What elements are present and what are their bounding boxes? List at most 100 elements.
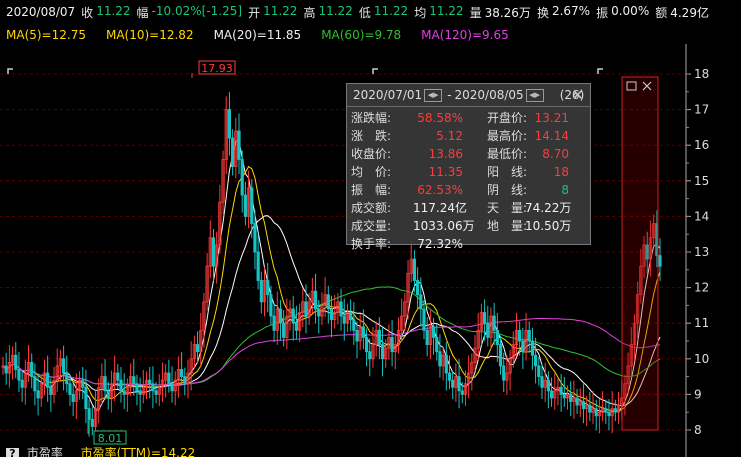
candle-body [594,408,598,417]
candle-body [154,390,158,395]
candle-body [329,308,334,321]
candle-body [294,322,299,331]
amount-value: 4.29亿 [670,5,709,20]
candle-body [326,294,330,310]
candle-body [482,312,487,324]
candle-body [180,369,184,378]
candle-body [313,290,318,310]
stat-value: 72.32% [417,237,463,251]
corner-marks [7,68,603,74]
ma20-label: MA(20)=11.85 [213,28,302,42]
selection-box[interactable] [621,76,659,431]
moving-average-bar: MA(5)=12.75 MA(10)=12.82 MA(20)=11.85 MA… [0,26,741,44]
axis-tick-label: 10 [694,352,709,366]
candle-body [364,337,369,353]
axis-tick-label: 14 [694,209,709,223]
candle-body [61,358,66,374]
candle-body [240,159,244,196]
stat-key: 成交额: [351,201,392,215]
candle-body [195,344,200,353]
candle-body [486,322,490,338]
candle-body [518,329,522,342]
candle-body [390,337,394,353]
stat-key: 成交量: [351,219,392,233]
range-end-stepper[interactable]: ◀▶ [525,88,544,102]
candle-body [291,308,295,324]
ma120-label: MA(120)=9.65 [421,28,509,42]
candle-body [377,329,381,345]
candle-body [540,376,544,388]
axis-tick-label: 18 [694,67,709,81]
amplitude-value: 0.00% [611,3,650,18]
axis-tick-label: 17 [694,103,709,117]
candle-body [151,383,155,392]
candle-body [250,187,254,224]
high-value: 11.22 [318,3,353,18]
axis-tick-label: 11 [694,316,709,330]
candle-body [613,408,617,413]
candle-body [49,386,53,395]
close-icon[interactable]: ✕ [571,86,584,104]
high-marker: 17.93 [191,60,236,78]
axis-tick-label: 8 [694,423,702,437]
pe-bar: ? 市盈率 市盈率(TTM)=14.22 [0,447,741,457]
candle-body [355,329,359,342]
candle-body [534,354,538,367]
candle-body [132,376,136,385]
stat-value: 5.12 [436,129,463,143]
candle-body [122,390,126,395]
close-label: 收 [81,5,94,20]
range-start-stepper[interactable]: ◀▶ [424,88,443,102]
candle-body [269,294,273,317]
stat-key: 天 量: [487,201,528,215]
change-label: 幅 [136,5,149,20]
quote-info-bar: 2020/08/07 收 11.22 幅 -10.02%[-1.25] 开 11.22… [0,0,741,24]
candle-body [81,379,85,388]
high-marker-label: 17.93 [201,62,233,75]
pe-label: 市盈率 [26,447,63,457]
candle-body [36,390,40,399]
candle-body [368,351,372,360]
candle-body [84,386,88,410]
stat-value: 13.86 [428,147,463,161]
candle-body [431,326,436,338]
low-label: 低 [358,5,371,20]
amount-label: 额 [655,5,668,20]
range-separator: - [447,88,452,102]
candle-body [259,280,263,303]
axis-tick-label: 13 [694,245,709,259]
volume-label: 量 [469,5,482,20]
stat-value: 74.22万 [525,201,572,215]
candle-body [549,390,554,399]
high-label: 高 [303,5,316,20]
candle-body [658,255,662,267]
stat-value: 8 [561,183,569,197]
candle-body [492,315,496,331]
candle-body [521,340,525,353]
axis-tick-label: 16 [694,138,709,152]
candle-body [530,340,535,356]
stat-value: 10.50万 [525,219,572,233]
candle-body [607,411,611,417]
candle-body [183,376,187,385]
candle-body [278,308,283,324]
candle-body [349,312,353,321]
candle-body [119,379,123,392]
help-icon[interactable]: ? [6,448,19,457]
open-label: 开 [248,5,261,20]
candle-body [447,372,452,381]
candle-body [419,294,423,310]
candle-body [138,390,142,395]
stat-value: 11.35 [428,165,463,179]
candle-body [342,315,346,324]
avg-label: 均 [414,5,427,20]
low-value: 11.22 [373,3,409,18]
candle-body [87,408,91,420]
candle-body [272,315,276,331]
candle-body [304,301,308,317]
amplitude-label: 振 [596,5,609,20]
low-marker-label: 8.01 [98,432,123,445]
stat-key [469,236,525,253]
range-stats-panel[interactable]: 2020/07/01 ◀▶ - 2020/08/05 ◀▶ (26) ✕ 涨跌幅… [346,83,591,251]
pe-ttm-label: 市盈率(TTM)=14.22 [80,447,196,457]
